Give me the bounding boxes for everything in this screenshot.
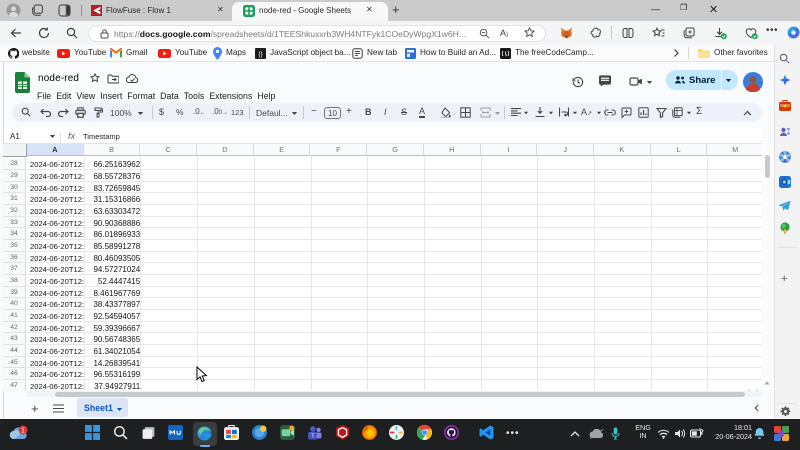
- svg-text:1: 1: [21, 428, 25, 435]
- svg-text:T: T: [311, 433, 315, 439]
